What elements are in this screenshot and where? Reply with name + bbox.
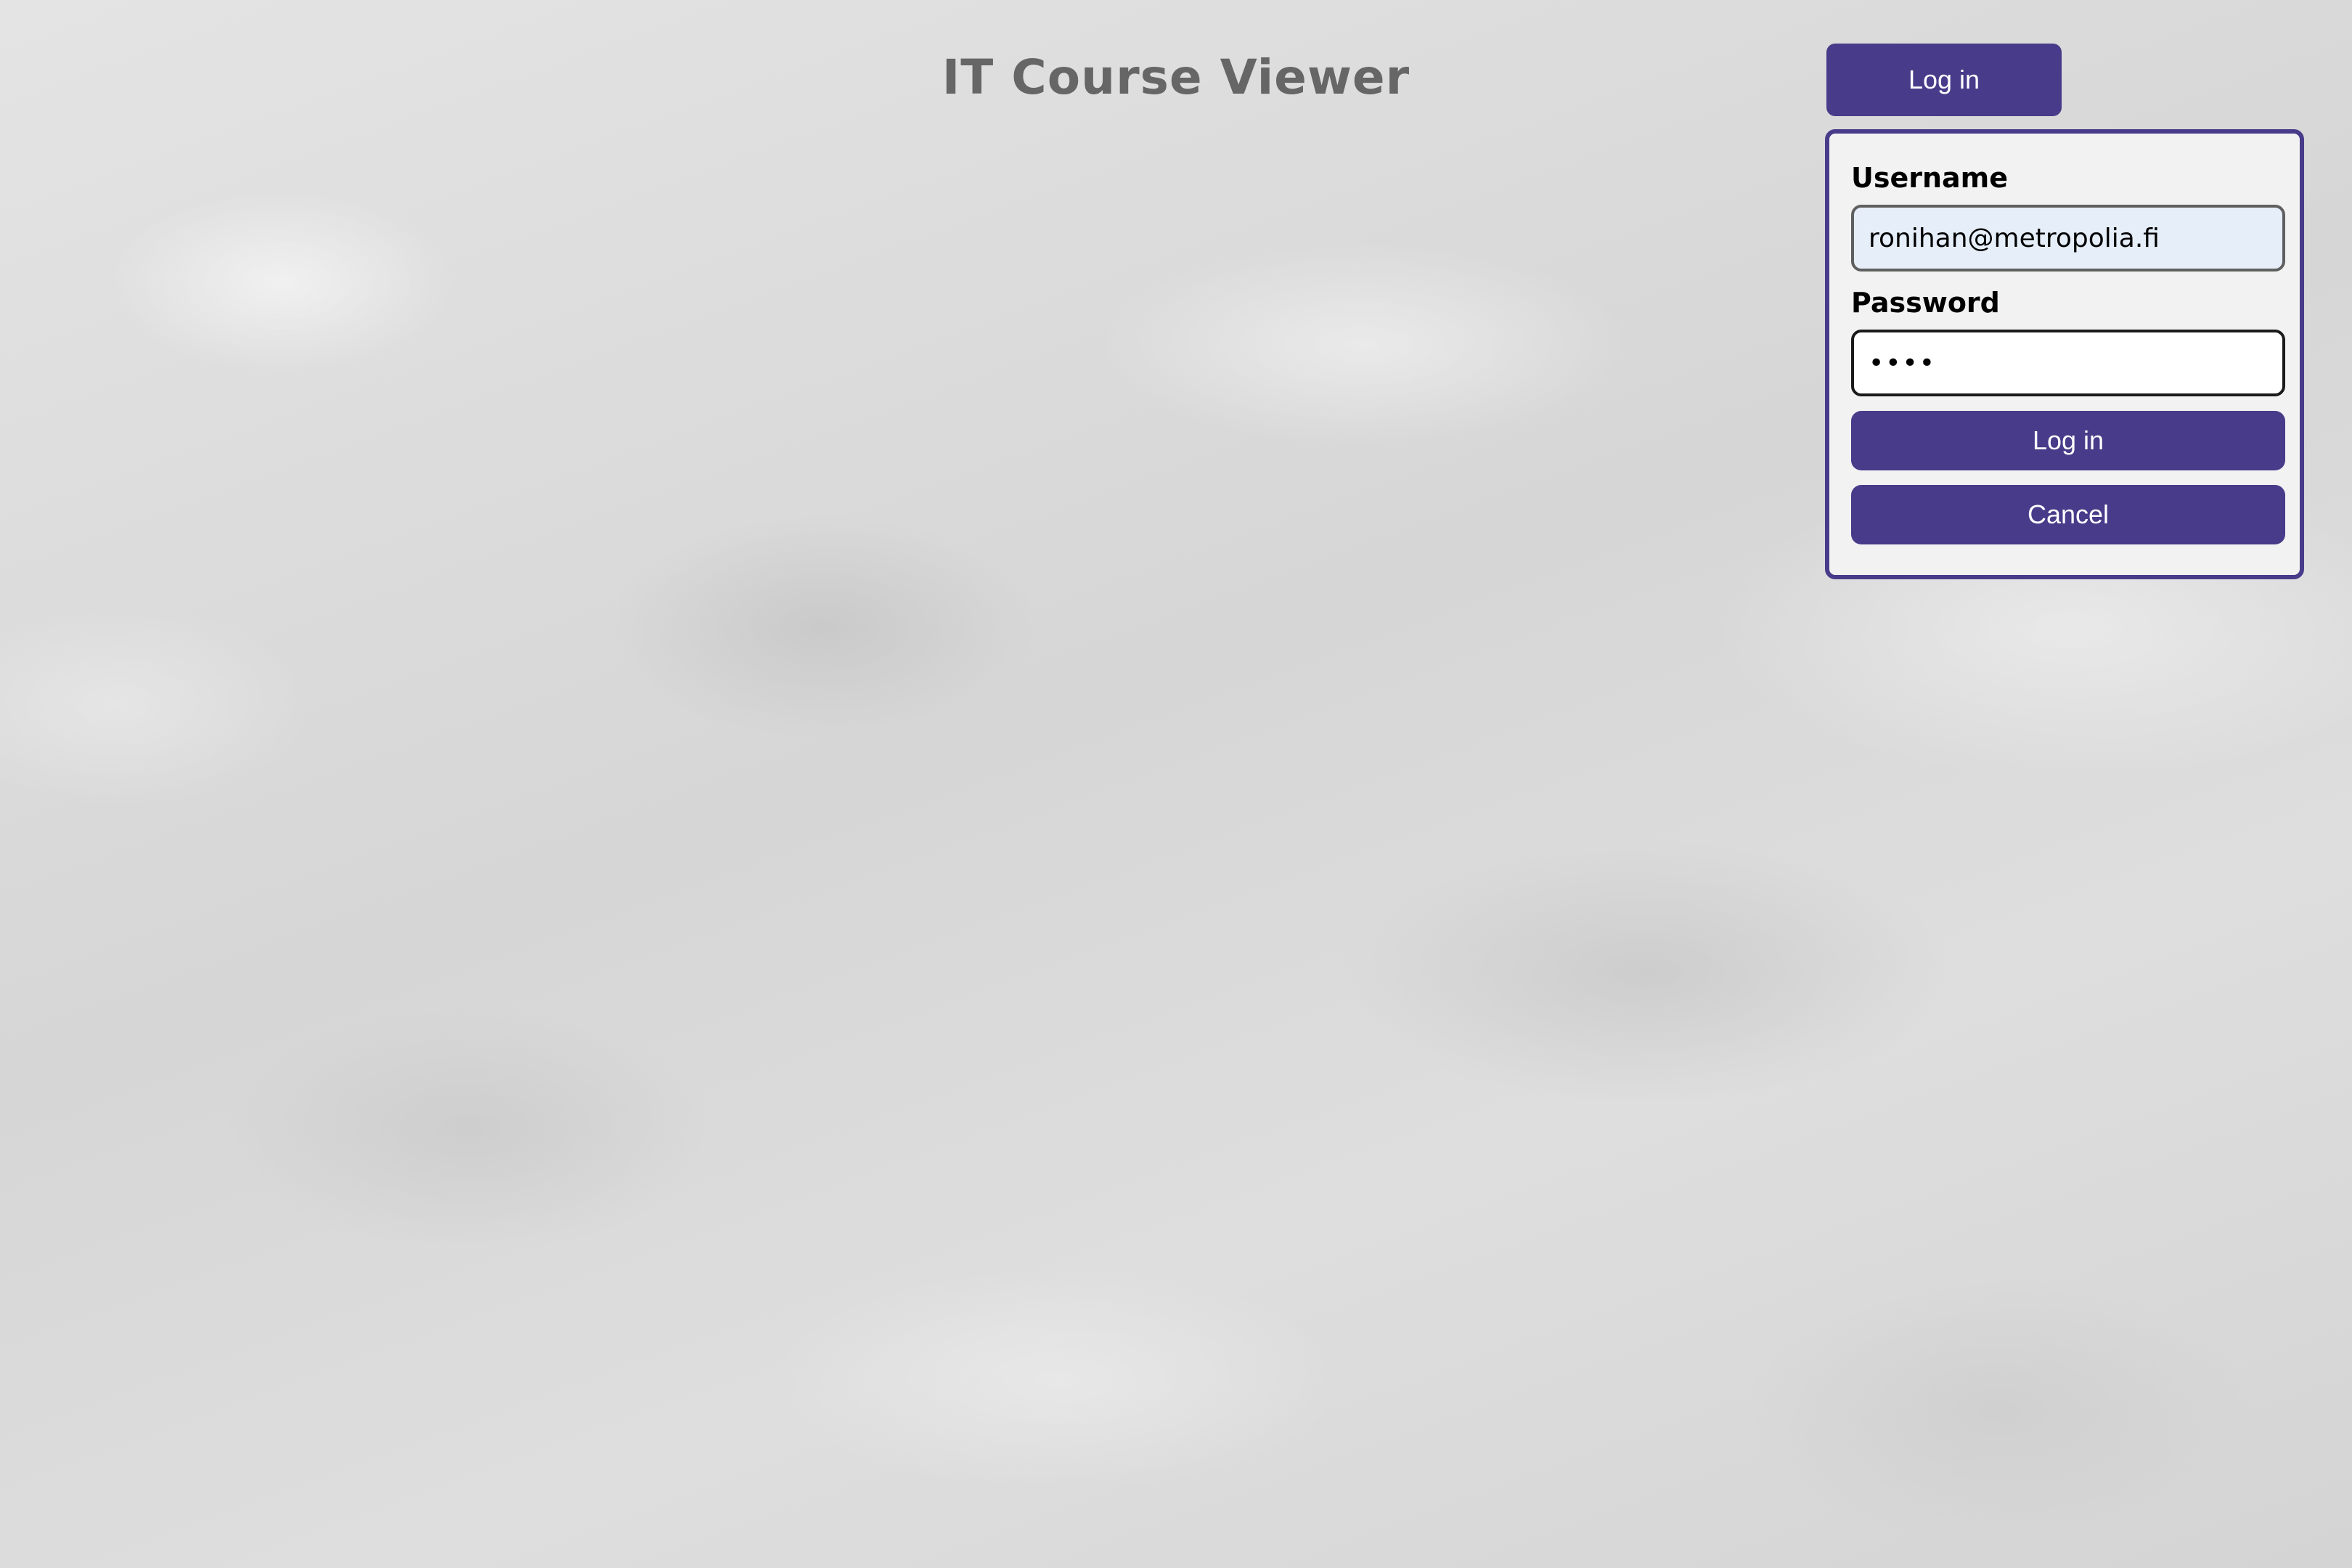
password-label: Password — [1851, 287, 2000, 319]
cancel-button[interactable]: Cancel — [1851, 485, 2285, 544]
password-input[interactable] — [1851, 330, 2285, 396]
username-input[interactable] — [1851, 205, 2285, 271]
username-label: Username — [1851, 162, 2009, 194]
header-login-button[interactable]: Log in — [1826, 44, 2062, 116]
login-panel: Username Password Log in Cancel — [1825, 129, 2304, 579]
submit-login-button[interactable]: Log in — [1851, 411, 2285, 470]
